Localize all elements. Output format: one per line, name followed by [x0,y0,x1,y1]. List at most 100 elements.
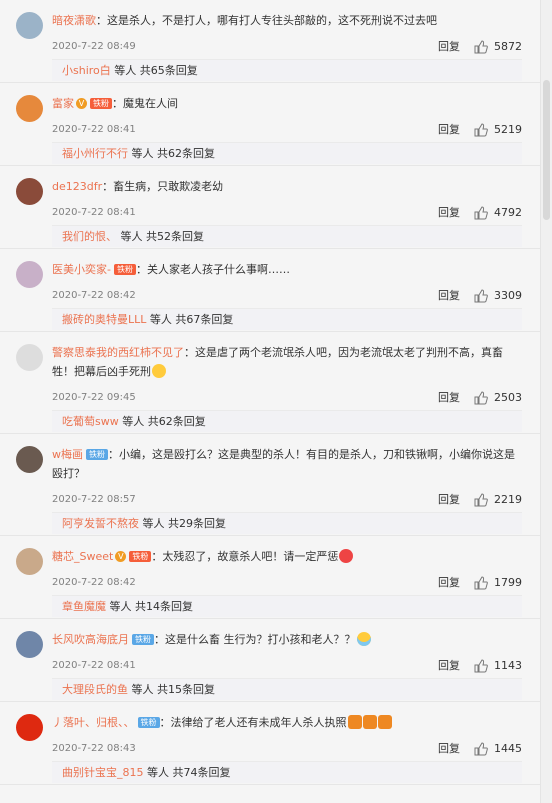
like-button[interactable]: 1799 [466,575,522,591]
sub-reply-username[interactable]: 大理段氏的鱼 [62,683,128,696]
username-link[interactable]: 长风吹高海底月 [52,633,129,646]
user-badge: V [76,98,87,109]
like-count: 2503 [494,391,522,404]
sub-reply-username[interactable]: 吃葡萄sww [62,415,119,428]
thumbs-up-icon [474,40,488,54]
like-count: 1143 [494,659,522,672]
comment-text: 法律给了老人还有未成年人杀人执照 [170,716,347,729]
avatar[interactable] [16,631,43,658]
colon: ： [184,346,195,359]
like-button[interactable]: 2503 [466,390,522,406]
like-button[interactable]: 4792 [466,205,522,221]
colon: ： [159,716,171,729]
comment-body: de123dfr：畜生病，只敢欺凌老幼 [52,177,522,197]
reply-button[interactable]: 回复 [438,575,460,591]
like-button[interactable]: 2219 [466,492,522,508]
comment-text: 关人家老人孩子什么事啊…… [146,263,290,276]
sub-replies-bar[interactable]: 小shiro白 等人 共65条回复 [52,59,522,81]
colon: ： [151,550,163,563]
more-replies-link[interactable]: 等人 共62条回复 [122,415,206,428]
comment-body: 长风吹高海底月 铁粉 ：这是什么畜 生行为？打小孩和老人？？ [52,630,522,650]
sub-reply-username[interactable]: 搬砖的奥特曼LLL [62,313,146,326]
comment-time: 2020-7-22 08:41 [52,660,136,671]
comment-time: 2020-7-22 08:42 [52,290,136,301]
like-button[interactable]: 5219 [466,122,522,138]
more-replies-link[interactable]: 等人 共29条回复 [143,517,227,530]
comment-item: 糖芯_Sweet V 铁粉 ：太残忍了，故意杀人吧！请一定严惩 2020-7-22 08… [0,536,540,619]
reply-button[interactable]: 回复 [438,205,460,221]
like-button[interactable]: 3309 [466,288,522,304]
reply-button[interactable]: 回复 [438,741,460,757]
avatar[interactable] [16,344,43,371]
like-count: 4792 [494,206,522,219]
more-replies-link[interactable]: 等人 共74条回复 [147,766,231,779]
sub-reply-username[interactable]: 小shiro白 [62,64,111,77]
username-link[interactable]: w梅画 [52,448,83,461]
sub-replies-bar[interactable]: 我们的恨、 等人 共52条回复 [52,225,522,247]
avatar[interactable] [16,95,43,122]
scrollbar[interactable] [540,0,552,803]
avatar[interactable] [16,261,43,288]
sub-replies-bar[interactable]: 福小州行不行 等人 共62条回复 [52,142,522,164]
like-button[interactable]: 1143 [466,658,522,674]
thumbs-up-icon [474,391,488,405]
avatar[interactable] [16,548,43,575]
sub-reply-username[interactable]: 阿亨发誓不熬夜 [62,517,139,530]
more-replies-link[interactable]: 等人 共67条回复 [150,313,234,326]
sub-replies-bar[interactable]: 阿亨发誓不熬夜 等人 共29条回复 [52,512,522,534]
comment-text: 这是什么畜 生行为？打小孩和老人？？ [165,633,356,646]
more-replies-link[interactable]: 等人 共52条回复 [121,230,205,243]
username-link[interactable]: 丿落叶、归根、、 [52,716,135,729]
sub-replies-bar[interactable]: 章鱼魔魔 等人 共14条回复 [52,595,522,617]
username-link[interactable]: 暗夜潇歌 [52,14,96,27]
avatar[interactable] [16,178,43,205]
username-link[interactable]: de123dfr [52,180,102,193]
reply-button[interactable]: 回复 [438,39,460,55]
comment-text: 这是杀人，不是打人，哪有打人专往头部敲的，这不死刑说不过去吧 [107,14,437,27]
more-replies-link[interactable]: 等人 共15条回复 [132,683,216,696]
scrollbar-thumb[interactable] [543,80,550,220]
candle-emoji-icon [362,715,377,729]
colon: ： [135,263,147,276]
thumbs-up-icon [474,576,488,590]
comment-item: 医美小奕家- 铁粉 ：关人家老人孩子什么事啊…… 2020-7-22 08:42 回复 3… [0,249,540,332]
reply-button[interactable]: 回复 [438,658,460,674]
thumbs-up-icon [474,493,488,507]
reply-button[interactable]: 回复 [438,288,460,304]
more-replies-link[interactable]: 等人 共14条回复 [110,600,194,613]
reply-button[interactable]: 回复 [438,492,460,508]
sub-reply-username[interactable]: 福小州行不行 [62,147,128,160]
sub-reply-username[interactable]: 章鱼魔魔 [62,600,106,613]
avatar[interactable] [16,446,43,473]
reply-button[interactable]: 回复 [438,390,460,406]
more-replies-link[interactable]: 等人 共62条回复 [132,147,216,160]
like-button[interactable]: 5872 [466,39,522,55]
username-link[interactable]: 警察思泰我的西红柿不见了 [52,346,184,359]
avatar[interactable] [16,12,43,39]
avatar[interactable] [16,714,43,741]
comment-meta: 2020-7-22 08:42 回复 3309 [52,288,522,304]
comment-item: 长风吹高海底月 铁粉 ：这是什么畜 生行为？打小孩和老人？？ 2020-7-22 08… [0,619,540,702]
sub-replies-bar[interactable]: 曲别针宝宝_815 等人 共74条回复 [52,761,522,783]
more-replies-link[interactable]: 等人 共65条回复 [114,64,198,77]
comment-body: 医美小奕家- 铁粉 ：关人家老人孩子什么事啊…… [52,260,522,280]
comment-time: 2020-7-22 08:57 [52,494,136,505]
sub-reply-username[interactable]: 曲别针宝宝_815 [62,766,144,779]
comment-time: 2020-7-22 08:41 [52,207,136,218]
comment-feed: 暗夜潇歌 ： 这是杀人，不是打人，哪有打人专往头部敲的，这不死刑说不过去吧 2020-… [0,0,540,803]
username-link[interactable]: 糖芯_Sweet [52,550,113,563]
username-link[interactable]: 富家 [52,97,74,110]
sub-replies-bar[interactable]: 吃葡萄sww 等人 共62条回复 [52,410,522,432]
user-badge: 铁粉 [137,717,160,728]
thumbs-up-icon [474,289,488,303]
like-count: 1799 [494,576,522,589]
reply-button[interactable]: 回复 [438,122,460,138]
user-badge: 铁粉 [113,264,136,275]
comment-time: 2020-7-22 08:41 [52,124,136,135]
username-link[interactable]: 医美小奕家- [52,263,111,276]
sub-replies-bar[interactable]: 搬砖的奥特曼LLL 等人 共67条回复 [52,308,522,330]
comment-time: 2020-7-22 08:43 [52,743,136,754]
sub-reply-username[interactable]: 我们的恨、 [62,230,117,243]
sub-replies-bar[interactable]: 大理段氏的鱼 等人 共15条回复 [52,678,522,700]
like-button[interactable]: 1445 [466,741,522,757]
